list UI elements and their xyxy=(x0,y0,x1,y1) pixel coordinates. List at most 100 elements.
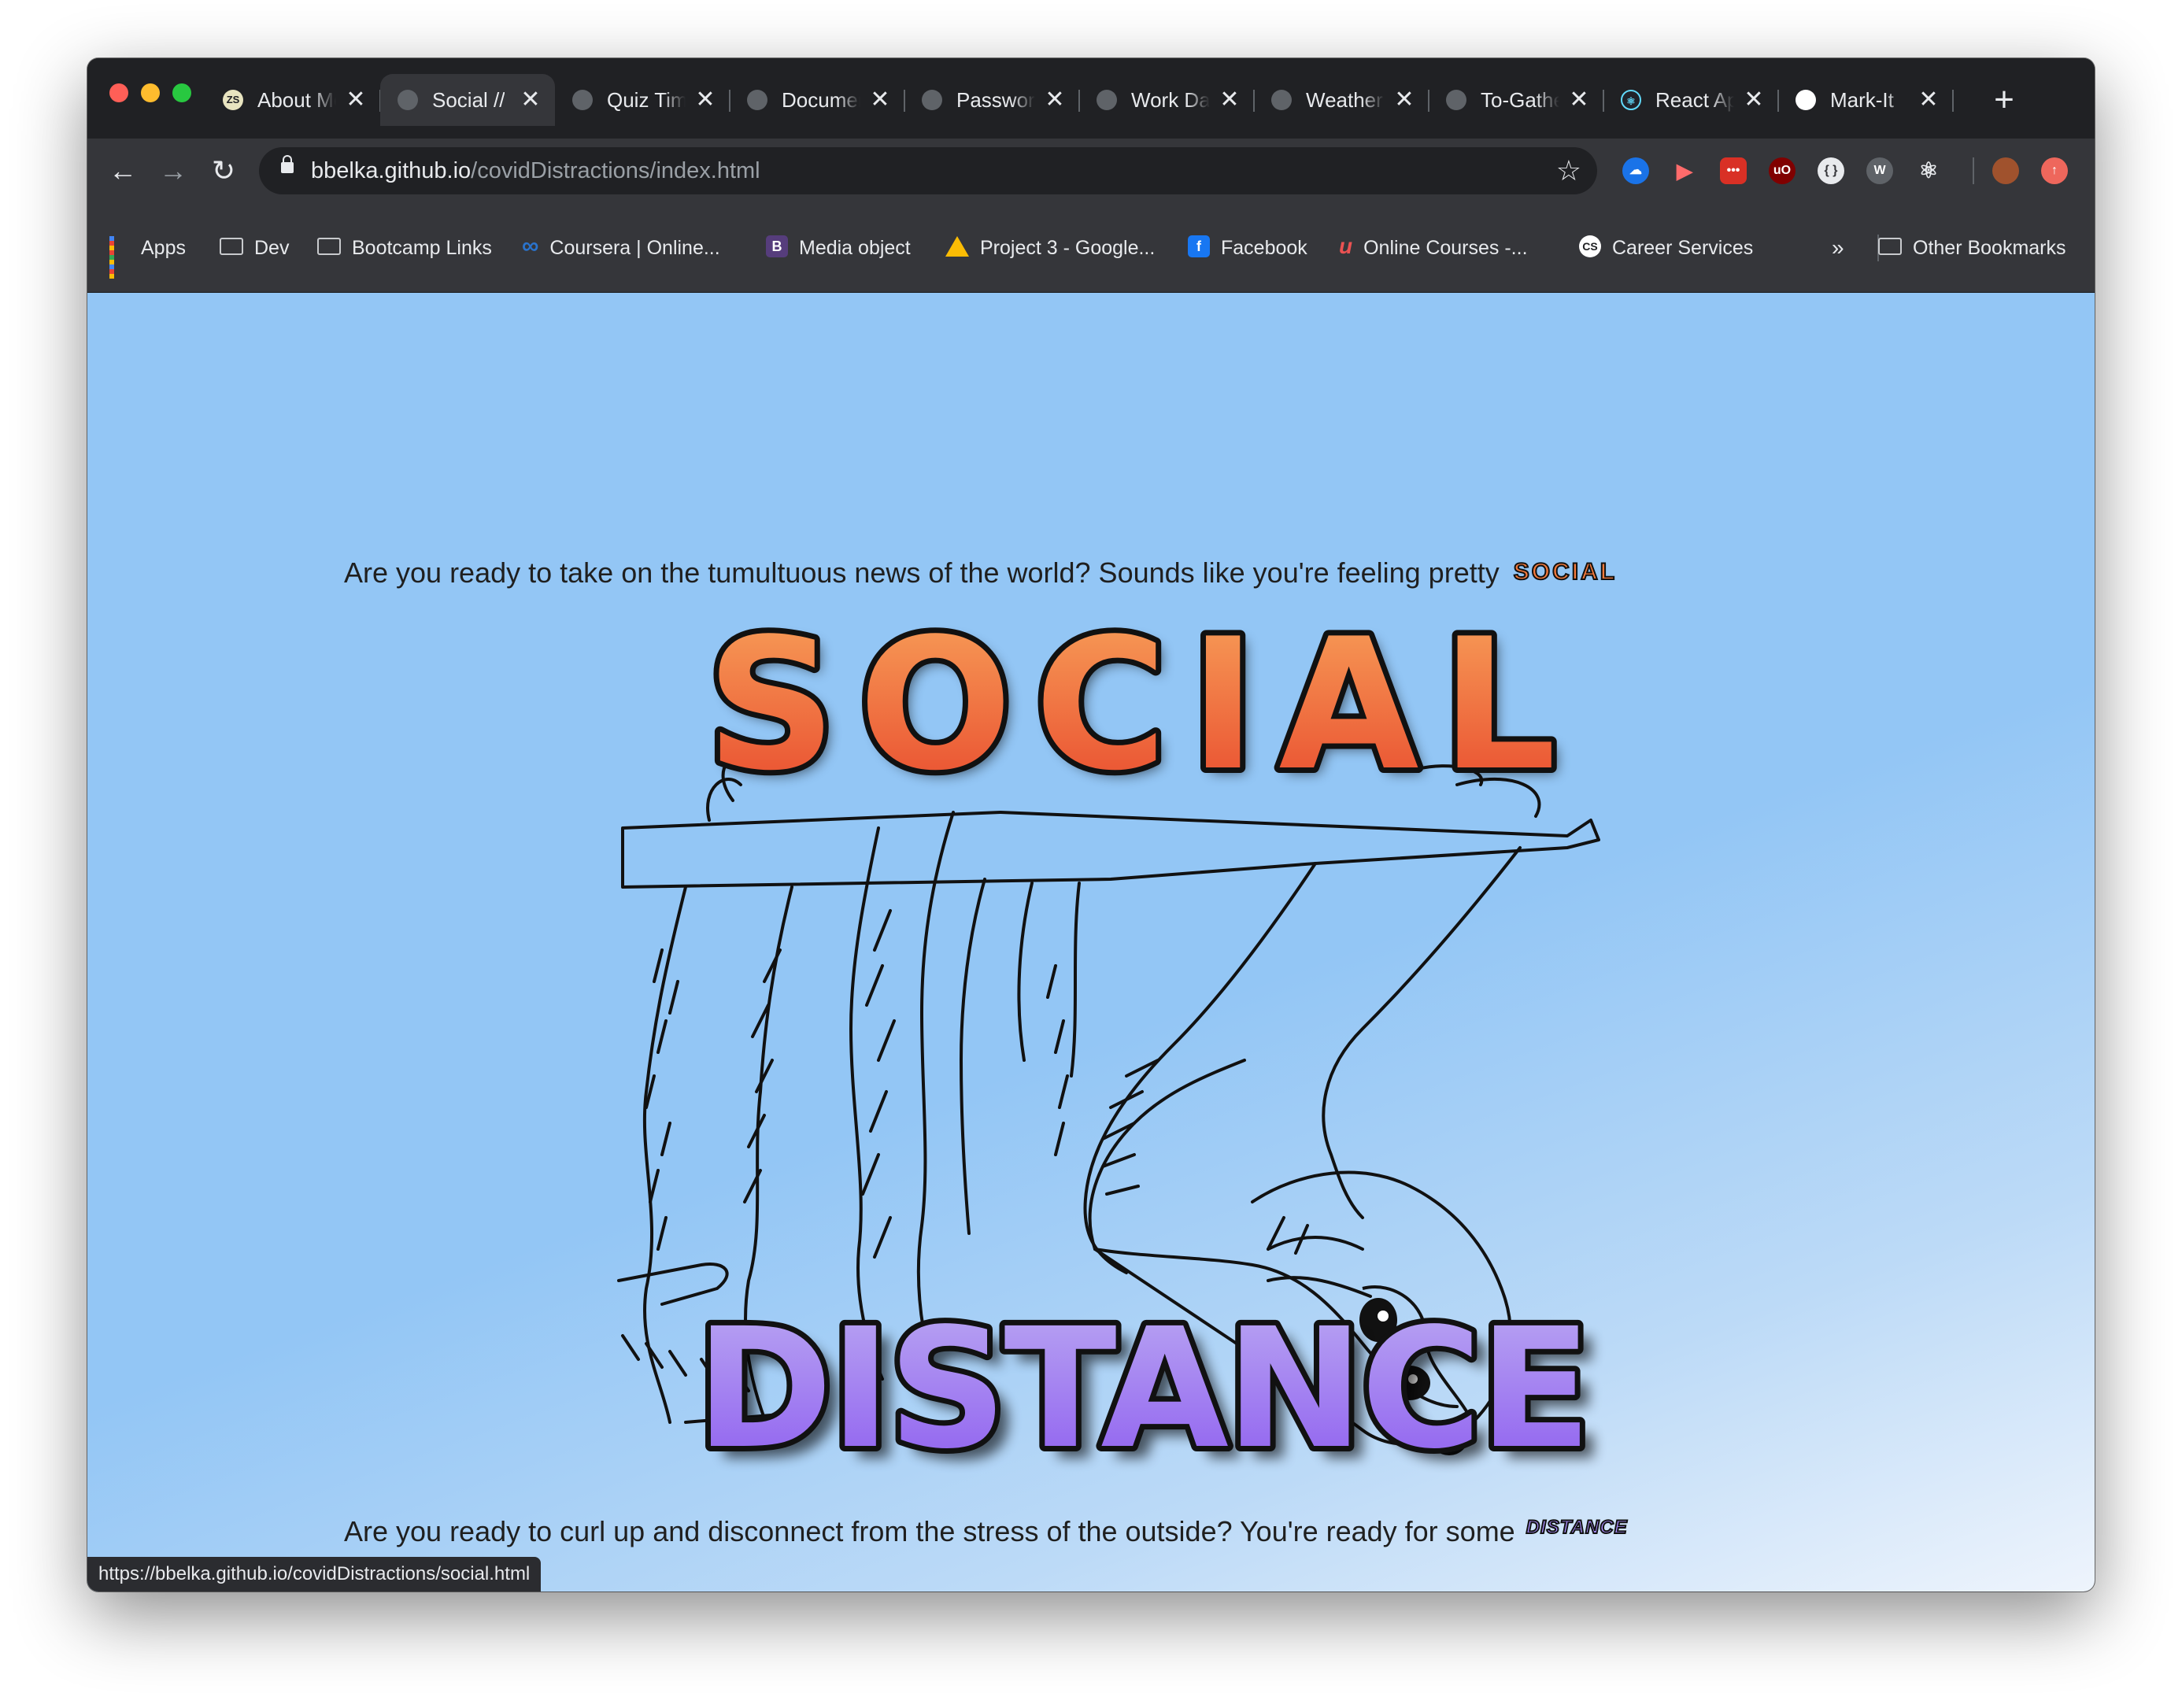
reload-icon: ↻ xyxy=(211,154,236,187)
url-host: bbelka.github.io xyxy=(311,158,472,183)
other-bookmarks[interactable]: Other Bookmarks xyxy=(1878,203,2066,293)
social-tagline-text: Are you ready to take on the tumultuous … xyxy=(344,556,1500,589)
update-icon[interactable]: ↑ xyxy=(2041,157,2068,184)
bootstrap-icon: B xyxy=(766,235,788,258)
tab-title: About Me xyxy=(257,88,336,112)
bookmarks-overflow-button[interactable]: » xyxy=(1832,203,1844,293)
lock-icon xyxy=(281,155,294,173)
tab-quiz-time[interactable]: Quiz Time ✕ xyxy=(555,74,730,126)
tab-social-distance[interactable]: Social // Distance ✕ xyxy=(380,74,555,126)
tab-strip: ZS About Me ✕ Social // Distance ✕ Quiz … xyxy=(87,58,2095,139)
url-text[interactable]: bbelka.github.io/covidDistractions/index… xyxy=(311,147,760,194)
bookmark-bootcamp-links[interactable]: Bootcamp Links xyxy=(317,203,492,293)
close-tab-icon[interactable]: ✕ xyxy=(1740,74,1767,126)
globe-icon xyxy=(572,90,593,110)
coursera-icon: ∞ xyxy=(522,233,539,260)
tab-react-app[interactable]: ⚛ React App ✕ xyxy=(1603,74,1779,126)
back-button[interactable]: ← xyxy=(103,151,142,190)
google-drive-icon xyxy=(945,236,969,257)
tab-about-me[interactable]: ZS About Me ✕ xyxy=(205,74,381,126)
tab-weather-dashboard[interactable]: Weather Dashboard ✕ xyxy=(1254,74,1429,126)
profile-avatar[interactable] xyxy=(1992,157,2019,184)
new-tab-button[interactable]: + xyxy=(1984,77,2024,123)
tab-separator xyxy=(1952,90,1954,112)
udemy-icon: u xyxy=(1339,234,1353,259)
bookmark-career-services[interactable]: CS Career Services xyxy=(1579,203,1753,293)
close-tab-icon[interactable]: ✕ xyxy=(692,74,719,126)
bookmark-online-courses[interactable]: u Online Courses -... xyxy=(1339,203,1528,293)
bookmark-label: Facebook xyxy=(1221,237,1307,259)
bookmark-label: Media object xyxy=(799,237,911,259)
bookmark-project-3[interactable]: Project 3 - Google... xyxy=(945,203,1155,293)
facebook-icon: f xyxy=(1188,235,1210,258)
bookmark-star-icon[interactable]: ☆ xyxy=(1556,147,1581,194)
bookmark-label: Dev xyxy=(254,237,290,259)
tab-title: Work Day Scheduler xyxy=(1131,88,1210,112)
distance-tagline-text: Are you ready to curl up and disconnect … xyxy=(344,1515,1515,1547)
social-distance-hero-image: SOCIAL SOCIAL DISTANCE DISTANCE xyxy=(591,595,1677,1580)
close-tab-icon[interactable]: ✕ xyxy=(1566,74,1592,126)
globe-icon xyxy=(747,90,767,110)
tab-mark-it[interactable]: Mark-It ✕ xyxy=(1778,74,1954,126)
close-tab-icon[interactable]: ✕ xyxy=(1041,74,1068,126)
bookmark-dev[interactable]: Dev xyxy=(220,203,289,293)
distance-link[interactable]: DISTANCE xyxy=(1526,1516,1628,1539)
lastpass-extension-icon[interactable]: ••• xyxy=(1720,157,1747,184)
address-bar[interactable]: bbelka.github.io/covidDistractions/index… xyxy=(259,147,1597,194)
tab-title: Social // Distance xyxy=(432,88,505,112)
close-tab-icon[interactable]: ✕ xyxy=(1915,74,1942,126)
social-title: SOCIAL xyxy=(706,601,1578,811)
minimize-window-button[interactable] xyxy=(141,83,160,102)
maximize-window-button[interactable] xyxy=(172,83,191,102)
tab-document[interactable]: Document ✕ xyxy=(730,74,905,126)
close-window-button[interactable] xyxy=(109,83,128,102)
ublock-extension-icon[interactable]: uO xyxy=(1769,157,1796,184)
social-link[interactable]: SOCIAL xyxy=(1513,558,1617,586)
toolbar: ← → ↻ bbelka.github.io/covidDistractions… xyxy=(87,139,2095,203)
url-path: /covidDistractions/index.html xyxy=(471,158,760,183)
bookmark-coursera[interactable]: ∞ Coursera | Online... xyxy=(522,203,720,293)
distance-tagline: Are you ready to curl up and disconnect … xyxy=(344,1515,1628,1548)
tab-title: Mark-It xyxy=(1830,88,1894,112)
tab-password-generator[interactable]: Password Generator ✕ xyxy=(904,74,1080,126)
arrow-right-icon: → xyxy=(159,154,187,187)
close-tab-icon[interactable]: ✕ xyxy=(342,74,369,126)
close-tab-icon[interactable]: ✕ xyxy=(1216,74,1243,126)
tab-title: To-Gather xyxy=(1481,88,1559,112)
toolbar-separator xyxy=(1973,157,1974,184)
arrow-left-icon: ← xyxy=(109,154,137,187)
globe-icon xyxy=(1097,90,1117,110)
tab-title: Weather Dashboard xyxy=(1306,88,1385,112)
bookmark-apps[interactable]: Apps xyxy=(109,203,186,293)
video-extension-icon[interactable]: ▶ xyxy=(1671,157,1698,184)
tab-to-gather[interactable]: To-Gather ✕ xyxy=(1429,74,1604,126)
cloud-extension-icon[interactable]: ☁ xyxy=(1622,157,1649,184)
globe-icon xyxy=(398,90,418,110)
bookmark-label: Apps xyxy=(141,237,186,259)
browser-window: ZS About Me ✕ Social // Distance ✕ Quiz … xyxy=(87,58,2095,1592)
react-logo-icon: ⚛ xyxy=(1621,90,1641,110)
globe-icon xyxy=(922,90,942,110)
wappalyzer-extension-icon[interactable]: W xyxy=(1866,157,1893,184)
sloth-illustration: SOCIAL SOCIAL DISTANCE DISTANCE xyxy=(617,595,1605,1497)
tab-title: React App xyxy=(1655,88,1734,112)
close-tab-icon[interactable]: ✕ xyxy=(1391,74,1418,126)
json-extension-icon[interactable]: { } xyxy=(1818,157,1844,184)
globe-icon xyxy=(1446,90,1466,110)
forward-button[interactable]: → xyxy=(153,151,193,190)
close-tab-icon[interactable]: ✕ xyxy=(517,74,544,126)
close-tab-icon[interactable]: ✕ xyxy=(867,74,893,126)
bookmark-label: Other Bookmarks xyxy=(1913,237,2066,259)
bookmark-facebook[interactable]: f Facebook xyxy=(1188,203,1307,293)
distance-title: DISTANCE xyxy=(696,1292,1588,1485)
cs-icon: CS xyxy=(1579,235,1601,258)
bookmark-label: Project 3 - Google... xyxy=(980,237,1156,259)
bookmark-media-object[interactable]: B Media object xyxy=(766,203,911,293)
apps-grid-icon xyxy=(109,236,130,279)
tab-title: Document xyxy=(782,88,860,112)
tab-work-day-scheduler[interactable]: Work Day Scheduler ✕ xyxy=(1079,74,1255,126)
folder-icon xyxy=(317,238,341,256)
mark-it-logo-icon xyxy=(1796,90,1816,110)
react-devtools-icon[interactable]: ⚛ xyxy=(1915,157,1942,184)
reload-button[interactable]: ↻ xyxy=(204,151,243,190)
